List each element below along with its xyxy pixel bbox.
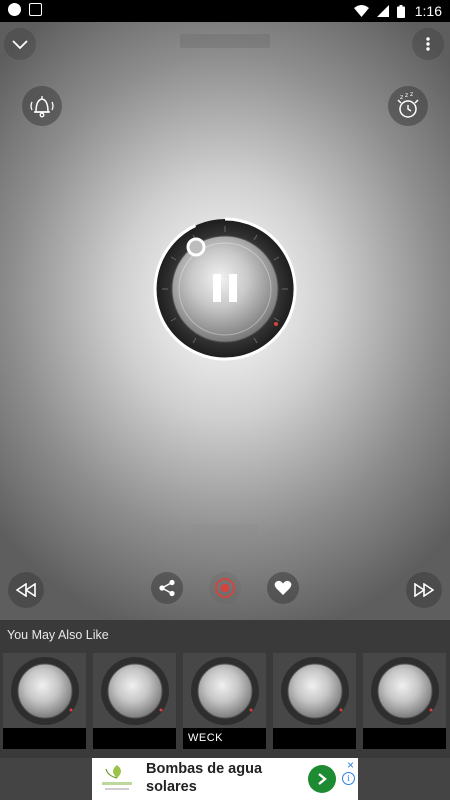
chevron-right-icon (318, 773, 327, 785)
knob-thumbnail (7, 655, 83, 732)
battery-icon (396, 4, 405, 18)
more-vert-icon (426, 37, 430, 51)
svg-text:z: z (400, 94, 403, 101)
bell-ringing-icon (30, 96, 54, 118)
suggestion-tile[interactable] (93, 653, 176, 749)
suggestion-caption (93, 728, 176, 749)
sleep-timer-button[interactable]: z z z (388, 86, 428, 126)
status-bar: 1:16 (0, 0, 450, 22)
track-subtitle (192, 524, 258, 541)
svg-text:z: z (410, 91, 413, 98)
favorite-button[interactable] (267, 572, 299, 604)
reminder-button[interactable] (22, 86, 62, 126)
section-title: You May Also Like (7, 628, 109, 642)
more-options-button[interactable] (412, 28, 444, 60)
volume-knob[interactable] (150, 214, 300, 364)
record-button[interactable] (209, 572, 241, 604)
fast-forward-button[interactable] (406, 572, 442, 608)
svg-text:z: z (405, 92, 408, 99)
knob-thumbnail (367, 655, 443, 732)
heart-icon (274, 580, 292, 595)
track-title (180, 34, 270, 48)
share-icon (159, 579, 175, 597)
collapse-button[interactable] (4, 28, 36, 60)
suggestion-list: WECK (3, 653, 446, 749)
suggestion-tile[interactable]: WECK (183, 653, 266, 749)
suggestion-caption (363, 728, 446, 749)
wifi-icon (353, 5, 369, 17)
suggestion-tile[interactable] (273, 653, 356, 749)
image-notification-icon (29, 3, 42, 16)
suggestion-tile[interactable] (3, 653, 86, 749)
knob-thumbnail (277, 655, 353, 732)
ad-bar: Bombas de agua solares × i (0, 758, 450, 800)
rewind-button[interactable] (8, 572, 44, 608)
knob-thumbnail (97, 655, 173, 732)
ad-headline: Bombas de agua solares (146, 761, 263, 795)
sleep-timer-icon: z z z (397, 91, 419, 118)
knob-thumbnail (187, 655, 263, 732)
chevron-down-icon (12, 40, 28, 50)
record-icon (215, 578, 235, 598)
suggestion-tile[interactable] (363, 653, 446, 749)
ad-banner[interactable]: Bombas de agua solares × i (92, 758, 358, 800)
notification-dot-icon (8, 3, 21, 16)
rewind-icon (16, 583, 36, 597)
suggestions-section: You May Also Like WECK (0, 620, 450, 758)
ad-open-button[interactable] (308, 765, 336, 793)
knob-graphic (153, 217, 297, 361)
cell-signal-icon (376, 5, 389, 17)
share-button[interactable] (151, 572, 183, 604)
clock: 1:16 (414, 3, 442, 19)
fast-forward-icon (414, 583, 434, 597)
suggestion-caption: WECK (183, 728, 266, 749)
ad-close-icon[interactable]: × (347, 758, 354, 772)
player-area: z z z (0, 22, 450, 620)
advertiser-logo (102, 765, 132, 790)
ad-info-icon[interactable]: i (342, 772, 355, 785)
suggestion-caption (3, 728, 86, 749)
suggestion-caption (273, 728, 356, 749)
